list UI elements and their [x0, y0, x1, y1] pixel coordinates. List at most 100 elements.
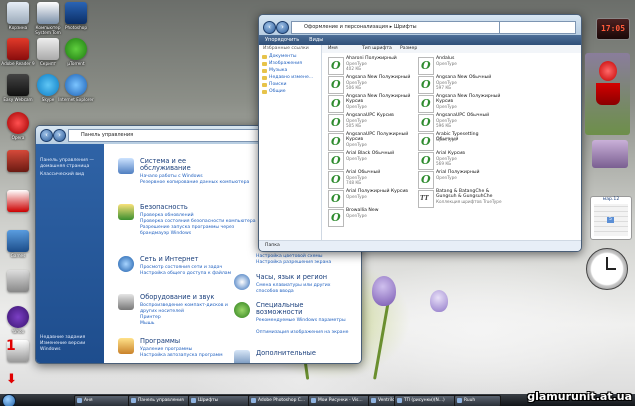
printer-icon [118, 294, 134, 310]
skype-icon [37, 74, 59, 96]
change-edition-link[interactable]: Изменение версии Windows [36, 341, 104, 353]
font-item[interactable]: Arial ПолужирныйOpenType [416, 170, 504, 189]
home-link[interactable]: Панель управления — домашняя страница [36, 158, 104, 170]
back-button[interactable]: ‹ [263, 21, 276, 34]
font-size: 505 КБ [346, 123, 362, 128]
font-item[interactable]: Batang & BatangChe & Gungsuh & GungsuhCh… [416, 189, 504, 208]
forward-button[interactable]: › [53, 129, 66, 142]
calendar-gadget[interactable]: мар.12 5 [590, 196, 632, 240]
opentype-font-icon [418, 76, 434, 94]
font-type: OpenType [436, 61, 457, 66]
task-pane: Панель управления — домашняя страница Кл… [36, 144, 104, 363]
webcam-icon [7, 74, 29, 96]
opentype-font-icon [418, 95, 434, 113]
forward-button[interactable]: › [276, 21, 289, 34]
desktop-icon[interactable] [0, 190, 36, 213]
font-size: 596 КБ [436, 123, 452, 128]
app-icon [7, 190, 29, 212]
font-type: OpenType [346, 156, 367, 161]
digital-clock-gadget[interactable]: 17:05 [596, 18, 630, 40]
font-type: Коллекция шрифтов TrueType [436, 199, 502, 204]
font-item[interactable]: Arial ОбычныйOpenType748 КБ [326, 170, 414, 189]
desktop: Корзина Компьютер System Tom Photoshop A… [0, 0, 635, 406]
font-item[interactable]: Arial Полужирный КурсивOpenType [326, 189, 414, 208]
font-item[interactable]: Angsana New ПолужирныйOpenType506 КБ [326, 75, 414, 94]
font-type: OpenType [436, 137, 457, 142]
font-type: OpenType [346, 213, 367, 218]
utorrent-icon [65, 38, 87, 60]
font-item[interactable]: Arial КурсивOpenType569 КБ [416, 151, 504, 170]
column-size[interactable]: Размер [400, 45, 417, 53]
column-name[interactable]: Имя [328, 45, 338, 53]
nav-link-recent[interactable]: Недавно измене... [259, 74, 321, 81]
nav-link-searches[interactable]: Поиски [259, 81, 321, 88]
font-type: OpenType [346, 142, 367, 147]
analog-clock-gadget[interactable] [586, 248, 628, 290]
accessibility-icon [234, 302, 250, 318]
taskbar-item[interactable]: Шрифты [188, 395, 253, 406]
clock-hour-hand [606, 268, 616, 270]
desktop-icon[interactable] [0, 270, 36, 293]
additional-options-icon [234, 350, 250, 363]
font-item[interactable]: AngsanaUPC Полужирный КурсивOpenType [326, 132, 414, 151]
system-icon [118, 158, 134, 174]
nav-link-documents[interactable]: Документы [259, 53, 321, 60]
crocus-flower [430, 290, 448, 312]
column-type[interactable]: Тип шрифта [362, 45, 392, 53]
photo-gadget[interactable] [585, 53, 630, 135]
views-button[interactable]: Виды [309, 35, 323, 45]
game-icon [7, 150, 29, 172]
clock-icon [234, 274, 250, 290]
desktop-icon[interactable]: Games [0, 230, 36, 258]
desktop-icon[interactable] [0, 150, 36, 173]
search-input[interactable] [499, 21, 576, 34]
nav-link-pictures[interactable]: Изображения [259, 60, 321, 67]
desktop-icon[interactable]: Yahoo [0, 306, 36, 334]
font-type: OpenType [436, 175, 457, 180]
desktop-icon[interactable]: Opera [0, 112, 36, 140]
internet-explorer-icon [65, 74, 87, 96]
organize-button[interactable]: Упорядочить [265, 35, 299, 45]
taskbar-item[interactable]: Панель управления [128, 395, 193, 406]
font-item[interactable]: AndalusOpenType [416, 56, 504, 75]
programs-icon [118, 338, 134, 354]
flower-pot-picture [596, 83, 620, 105]
desktop-icon[interactable]: Internet Explorer [58, 74, 94, 102]
desktop-icon[interactable]: Photoshop [58, 2, 94, 30]
classic-view-link[interactable]: Классический вид [36, 172, 104, 178]
crocus-flower [372, 276, 396, 306]
font-item[interactable]: Arial Black ОбычныйOpenType [326, 151, 414, 170]
back-button[interactable]: ‹ [40, 129, 53, 142]
taskbar-item[interactable]: Ruuh [454, 395, 501, 406]
font-item[interactable]: AngsanaUPC КурсивOpenType505 КБ [326, 113, 414, 132]
font-item[interactable]: Angsana New Полужирный КурсивOpenType [416, 94, 504, 113]
font-item[interactable]: Angsana New Полужирный КурсивOpenType [326, 94, 414, 113]
fonts-window[interactable]: _ □ ✕ ‹ › Оформление и персонализация ▸ … [258, 14, 582, 252]
font-item[interactable]: Angsana New ОбычныйOpenType597 КБ [416, 75, 504, 94]
nav-link-public[interactable]: Общие [259, 88, 321, 95]
shield-icon [118, 204, 134, 220]
start-button[interactable] [2, 394, 16, 406]
address-bar[interactable]: Оформление и персонализация ▸ Шрифты [291, 21, 501, 34]
tulip-picture [599, 61, 617, 81]
font-type: OpenType [346, 194, 367, 199]
font-name: Angsana New Полужирный Курсив [346, 94, 411, 104]
globe-icon [118, 256, 134, 272]
app-icon [7, 270, 29, 292]
font-item[interactable]: Aharoni ПолужирныйOpenType402 КБ [326, 56, 414, 75]
font-name: AngsanaUPC Полужирный Курсив [346, 132, 409, 142]
desktop-icon[interactable]: µTorrent [58, 38, 94, 66]
address-bar[interactable]: Панель управления [68, 129, 287, 142]
font-size: 506 КБ [346, 85, 362, 90]
font-item[interactable]: Browallia NewOpenType [326, 208, 414, 227]
yahoo-icon [7, 306, 29, 328]
taskbar-item[interactable]: Аня [74, 395, 133, 406]
recycle-bin-icon [7, 2, 29, 24]
taskbar-item[interactable]: ТП (рисунки)(N...) [394, 395, 459, 406]
photo-thumbnail-gadget[interactable] [592, 140, 628, 168]
font-item[interactable]: Arabic Typesetting ОбычныйOpenType [416, 132, 504, 151]
taskbar-item[interactable]: Adobe Photoshop C... [248, 395, 313, 406]
font-item[interactable]: AngsanaUPC ОбычныйOpenType596 КБ [416, 113, 504, 132]
nav-link-music[interactable]: Музыка [259, 67, 321, 74]
taskbar-item[interactable]: Мои Рисунки - Vis... [308, 395, 373, 406]
